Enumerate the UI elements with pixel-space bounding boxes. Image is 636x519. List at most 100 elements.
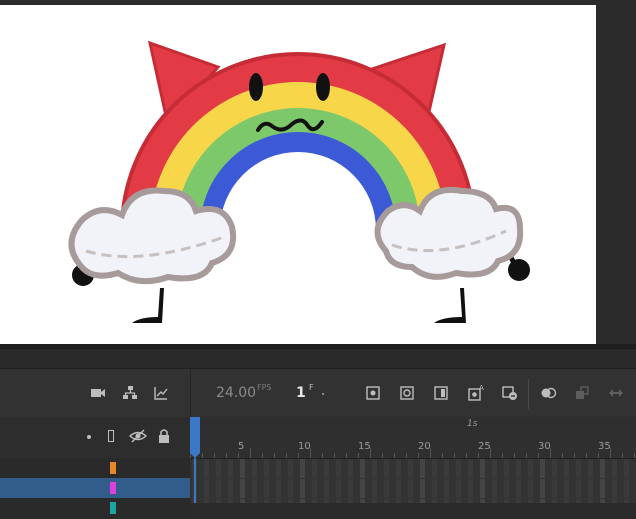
layer-color-swatch[interactable]: [110, 462, 116, 474]
frame-cell[interactable]: [444, 459, 449, 478]
frame-cell[interactable]: [240, 479, 245, 498]
frame-cell[interactable]: [552, 479, 557, 498]
frame-cell[interactable]: [204, 459, 209, 478]
frame-cell[interactable]: [264, 479, 269, 498]
frame-cell[interactable]: [228, 499, 233, 503]
frame-cell[interactable]: [408, 459, 413, 478]
frame-cell[interactable]: [276, 459, 281, 478]
current-frame-value[interactable]: 1: [296, 385, 306, 401]
frame-cell[interactable]: [204, 499, 209, 503]
layer-row[interactable]: [0, 498, 190, 519]
frame-cell[interactable]: [480, 499, 485, 503]
frame-cell[interactable]: [360, 479, 365, 498]
frame-cell[interactable]: [516, 499, 521, 503]
frame-cell[interactable]: [444, 499, 449, 503]
frame-cell[interactable]: [420, 499, 425, 503]
frame-cell[interactable]: [528, 479, 533, 498]
frame-cell[interactable]: [492, 459, 497, 478]
frame-cell[interactable]: [372, 499, 377, 503]
frame-cell[interactable]: [456, 499, 461, 503]
insert-keyframe-icon[interactable]: A: [466, 383, 486, 403]
frame-cell[interactable]: [612, 479, 617, 498]
frame-cell[interactable]: [420, 459, 425, 478]
frame-cell[interactable]: [456, 479, 461, 498]
frames-area[interactable]: 1s 5 10 15 20 25 30 35: [190, 417, 636, 503]
frame-cell[interactable]: [252, 499, 257, 503]
frame-cell[interactable]: [360, 499, 365, 503]
frame-cell[interactable]: [396, 459, 401, 478]
layer-row-selected[interactable]: [0, 478, 190, 499]
frame-cell[interactable]: [444, 479, 449, 498]
frame-cell[interactable]: [528, 499, 533, 503]
edit-multiple-frames-icon[interactable]: [431, 383, 451, 403]
frame-cell[interactable]: [384, 499, 389, 503]
frame-cell[interactable]: [432, 499, 437, 503]
frame-cell[interactable]: [396, 499, 401, 503]
frame-cell[interactable]: [588, 459, 593, 478]
frame-cell[interactable]: [552, 459, 557, 478]
frame-cell[interactable]: [456, 459, 461, 478]
frame-cell[interactable]: [264, 459, 269, 478]
frame-cell[interactable]: [540, 479, 545, 498]
frame-cell[interactable]: [576, 479, 581, 498]
frame-cell[interactable]: [276, 479, 281, 498]
delete-frame-icon[interactable]: [500, 383, 520, 403]
rainbow-character[interactable]: [0, 5, 596, 344]
frame-cell[interactable]: [384, 459, 389, 478]
frame-cell[interactable]: [612, 499, 617, 503]
frame-cell[interactable]: [528, 459, 533, 478]
outline-icon[interactable]: [108, 430, 114, 442]
frame-cell[interactable]: [624, 499, 629, 503]
frame-cell[interactable]: [480, 459, 485, 478]
frame-cell[interactable]: [240, 499, 245, 503]
frame-cell[interactable]: [216, 459, 221, 478]
frame-cell[interactable]: [468, 459, 473, 478]
frame-cell[interactable]: [264, 499, 269, 503]
frame-cell[interactable]: [516, 459, 521, 478]
frame-cell[interactable]: [432, 479, 437, 498]
frame-cell[interactable]: [252, 459, 257, 478]
panel-divider[interactable]: [190, 369, 191, 417]
frame-cell[interactable]: [480, 479, 485, 498]
frame-cell[interactable]: [504, 459, 509, 478]
frame-cell[interactable]: [600, 499, 605, 503]
frame-cell[interactable]: [288, 479, 293, 498]
frame-cell[interactable]: [552, 499, 557, 503]
convert-to-keyframe-icon[interactable]: [572, 383, 592, 403]
frame-cell[interactable]: [396, 479, 401, 498]
frame-cell[interactable]: [576, 459, 581, 478]
camera-icon[interactable]: [88, 383, 108, 403]
frames-grid[interactable]: [190, 458, 636, 503]
frame-cell[interactable]: [348, 459, 353, 478]
frame-cell[interactable]: [312, 499, 317, 503]
frame-cell[interactable]: [516, 479, 521, 498]
frame-cell[interactable]: [252, 479, 257, 498]
frame-cell[interactable]: [312, 459, 317, 478]
frame-cell[interactable]: [348, 499, 353, 503]
visibility-eye-icon[interactable]: [128, 428, 148, 448]
frame-cell[interactable]: [324, 459, 329, 478]
frame-cell[interactable]: [300, 459, 305, 478]
frame-cell[interactable]: [468, 499, 473, 503]
onion-skin-outline-icon[interactable]: [397, 383, 417, 403]
frame-cell[interactable]: [408, 479, 413, 498]
tween-icon[interactable]: [538, 383, 558, 403]
stage-canvas[interactable]: [0, 5, 596, 344]
frame-cell[interactable]: [204, 479, 209, 498]
frame-cell[interactable]: [228, 459, 233, 478]
frame-cell[interactable]: [372, 479, 377, 498]
dot-icon[interactable]: [87, 435, 91, 439]
frame-cell[interactable]: [432, 459, 437, 478]
frame-cell[interactable]: [324, 479, 329, 498]
frame-cell[interactable]: [372, 459, 377, 478]
frame-cell[interactable]: [612, 459, 617, 478]
frame-cell[interactable]: [288, 459, 293, 478]
frame-cell[interactable]: [420, 479, 425, 498]
frame-cell[interactable]: [600, 459, 605, 478]
frame-cell[interactable]: [276, 499, 281, 503]
graph-icon[interactable]: [151, 383, 171, 403]
frame-cell[interactable]: [540, 499, 545, 503]
frame-cell[interactable]: [348, 479, 353, 498]
frame-cell[interactable]: [240, 459, 245, 478]
frame-cell[interactable]: [312, 479, 317, 498]
